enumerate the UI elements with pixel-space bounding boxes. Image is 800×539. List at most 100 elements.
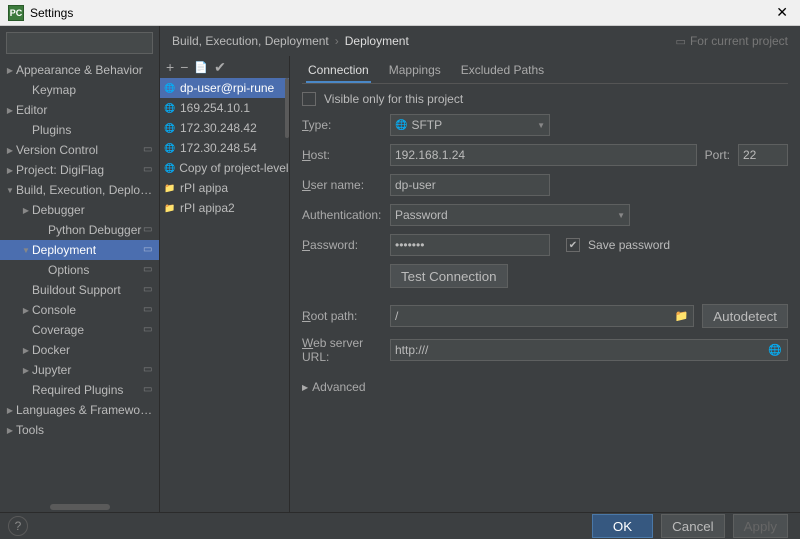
port-label: Port: (705, 148, 730, 162)
main-panel: Build, Execution, Deployment › Deploymen… (160, 26, 800, 512)
host-label: Host: (302, 148, 382, 162)
server-item[interactable]: 🌐dp-user@rpi-rune (160, 78, 289, 98)
server-item[interactable]: 🌐169.254.10.1 (160, 98, 289, 118)
chevron-right-icon (20, 204, 32, 216)
chevron-right-icon (4, 404, 16, 416)
chevron-down-icon (20, 244, 32, 256)
visible-only-checkbox[interactable] (302, 92, 316, 106)
arrow-placeholder (20, 284, 32, 296)
ok-button[interactable]: OK (592, 514, 653, 538)
server-item-label: rPI apipa (180, 181, 228, 195)
sidebar-item[interactable]: Plugins (0, 120, 159, 140)
chevron-right-icon (20, 364, 32, 376)
copy-server-button[interactable]: 📄 (194, 61, 208, 74)
sidebar-item[interactable]: Tools (0, 420, 159, 440)
breadcrumb-part[interactable]: Build, Execution, Deployment (172, 34, 329, 48)
username-input[interactable] (390, 174, 550, 196)
host-input[interactable] (390, 144, 697, 166)
chevron-right-icon (4, 104, 16, 116)
sidebar-item-label: Tools (16, 423, 155, 437)
open-url-icon[interactable]: 🌐 (768, 344, 782, 357)
auth-select[interactable]: Password ▼ (390, 204, 630, 226)
sidebar-item[interactable]: Debugger (0, 200, 159, 220)
sidebar-item-label: Plugins (32, 123, 155, 137)
server-item[interactable]: 🌐Copy of project-level serv (160, 158, 289, 178)
web-server-icon: 🌐 (164, 162, 175, 174)
chevron-right-icon (4, 64, 16, 76)
sidebar-item[interactable]: Docker (0, 340, 159, 360)
weburl-label: Web server URL: (302, 336, 382, 364)
sidebar-item[interactable]: Keymap (0, 80, 159, 100)
autodetect-button[interactable]: Autodetect (702, 304, 788, 328)
server-item[interactable]: 📁 rPI apipa (160, 178, 289, 198)
sidebar-item[interactable]: Options▭ (0, 260, 159, 280)
project-scope-icon: ▭ (143, 304, 155, 316)
sidebar-item-label: Options (48, 263, 143, 277)
arrow-placeholder (36, 264, 48, 276)
sidebar-item-label: Console (32, 303, 143, 317)
sidebar-item[interactable]: Deployment▭ (0, 240, 159, 260)
set-default-button[interactable]: ✔ (214, 59, 226, 76)
window-title: Settings (30, 6, 73, 20)
sidebar-item-label: Project: DigiFlag (16, 163, 143, 177)
search-input[interactable] (15, 36, 170, 50)
add-server-button[interactable]: + (166, 59, 174, 75)
sidebar-item[interactable]: Console▭ (0, 300, 159, 320)
sidebar-item[interactable]: Jupyter▭ (0, 360, 159, 380)
project-scope-icon: ▭ (143, 384, 155, 396)
tab-excluded-paths[interactable]: Excluded Paths (459, 59, 546, 83)
save-password-label[interactable]: Save password (588, 238, 670, 252)
sidebar-item[interactable]: Coverage▭ (0, 320, 159, 340)
sidebar-item[interactable]: Project: DigiFlag▭ (0, 160, 159, 180)
cancel-button[interactable]: Cancel (661, 514, 725, 538)
web-server-icon: 🌐 (164, 82, 176, 94)
local-server-icon: 📁 (164, 182, 176, 194)
browse-folder-icon[interactable]: 📁 (675, 310, 689, 323)
tab-mappings[interactable]: Mappings (387, 59, 443, 83)
type-label: Type: (302, 118, 382, 132)
project-scope-icon: ▭ (143, 244, 155, 256)
form-area: Connection Mappings Excluded Paths Visible… (290, 56, 800, 512)
for-current-project-label: ▭ For current project (676, 34, 788, 48)
sidebar-item[interactable]: Python Debugger▭ (0, 220, 159, 240)
sidebar-item[interactable]: Languages & Frameworks (0, 400, 159, 420)
chevron-right-icon (4, 164, 16, 176)
web-server-icon: 🌐 (164, 142, 176, 154)
settings-tree: Appearance & Behavior Keymap Editor Plugins… (0, 60, 159, 502)
sidebar-item-label: Coverage (32, 323, 143, 337)
sidebar-item[interactable]: Buildout Support▭ (0, 280, 159, 300)
apply-button[interactable]: Apply (733, 514, 788, 538)
save-password-checkbox[interactable] (566, 238, 580, 252)
sidebar-item[interactable]: Required Plugins▭ (0, 380, 159, 400)
port-input[interactable] (738, 144, 788, 166)
sidebar-item[interactable]: Editor (0, 100, 159, 120)
chevron-right-icon: › (335, 34, 339, 48)
weburl-input[interactable] (390, 339, 788, 361)
server-list-scrollbar[interactable] (285, 78, 289, 138)
advanced-section-toggle[interactable]: ▶ Advanced (302, 380, 788, 394)
sidebar-item-label: Keymap (32, 83, 155, 97)
chevron-down-icon (4, 184, 16, 196)
server-item[interactable]: 🌐172.30.248.54 (160, 138, 289, 158)
sidebar-item[interactable]: Appearance & Behavior (0, 60, 159, 80)
arrow-placeholder (20, 124, 32, 136)
password-input[interactable] (390, 234, 550, 256)
remove-server-button[interactable]: − (180, 59, 188, 75)
project-scope-icon: ▭ (143, 284, 155, 296)
sidebar: Appearance & Behavior Keymap Editor Plugins… (0, 26, 160, 512)
sidebar-item[interactable]: Version Control▭ (0, 140, 159, 160)
search-box[interactable] (6, 32, 153, 54)
server-item[interactable]: 📁rPI apipa2 (160, 198, 289, 218)
sidebar-item[interactable]: Build, Execution, Deployment (0, 180, 159, 200)
help-button[interactable]: ? (8, 516, 28, 536)
web-server-icon: 🌐 (164, 102, 176, 114)
root-path-input[interactable] (390, 305, 694, 327)
visible-only-label[interactable]: Visible only for this project (324, 92, 463, 106)
server-item[interactable]: 🌐172.30.248.42 (160, 118, 289, 138)
titlebar: PC Settings ✕ (0, 0, 800, 26)
close-icon[interactable]: ✕ (772, 4, 792, 21)
tab-connection[interactable]: Connection (306, 59, 371, 83)
horizontal-scrollbar[interactable] (50, 504, 110, 510)
test-connection-button[interactable]: Test Connection (390, 264, 508, 288)
type-select[interactable]: 🌐SFTP ▼ (390, 114, 550, 136)
